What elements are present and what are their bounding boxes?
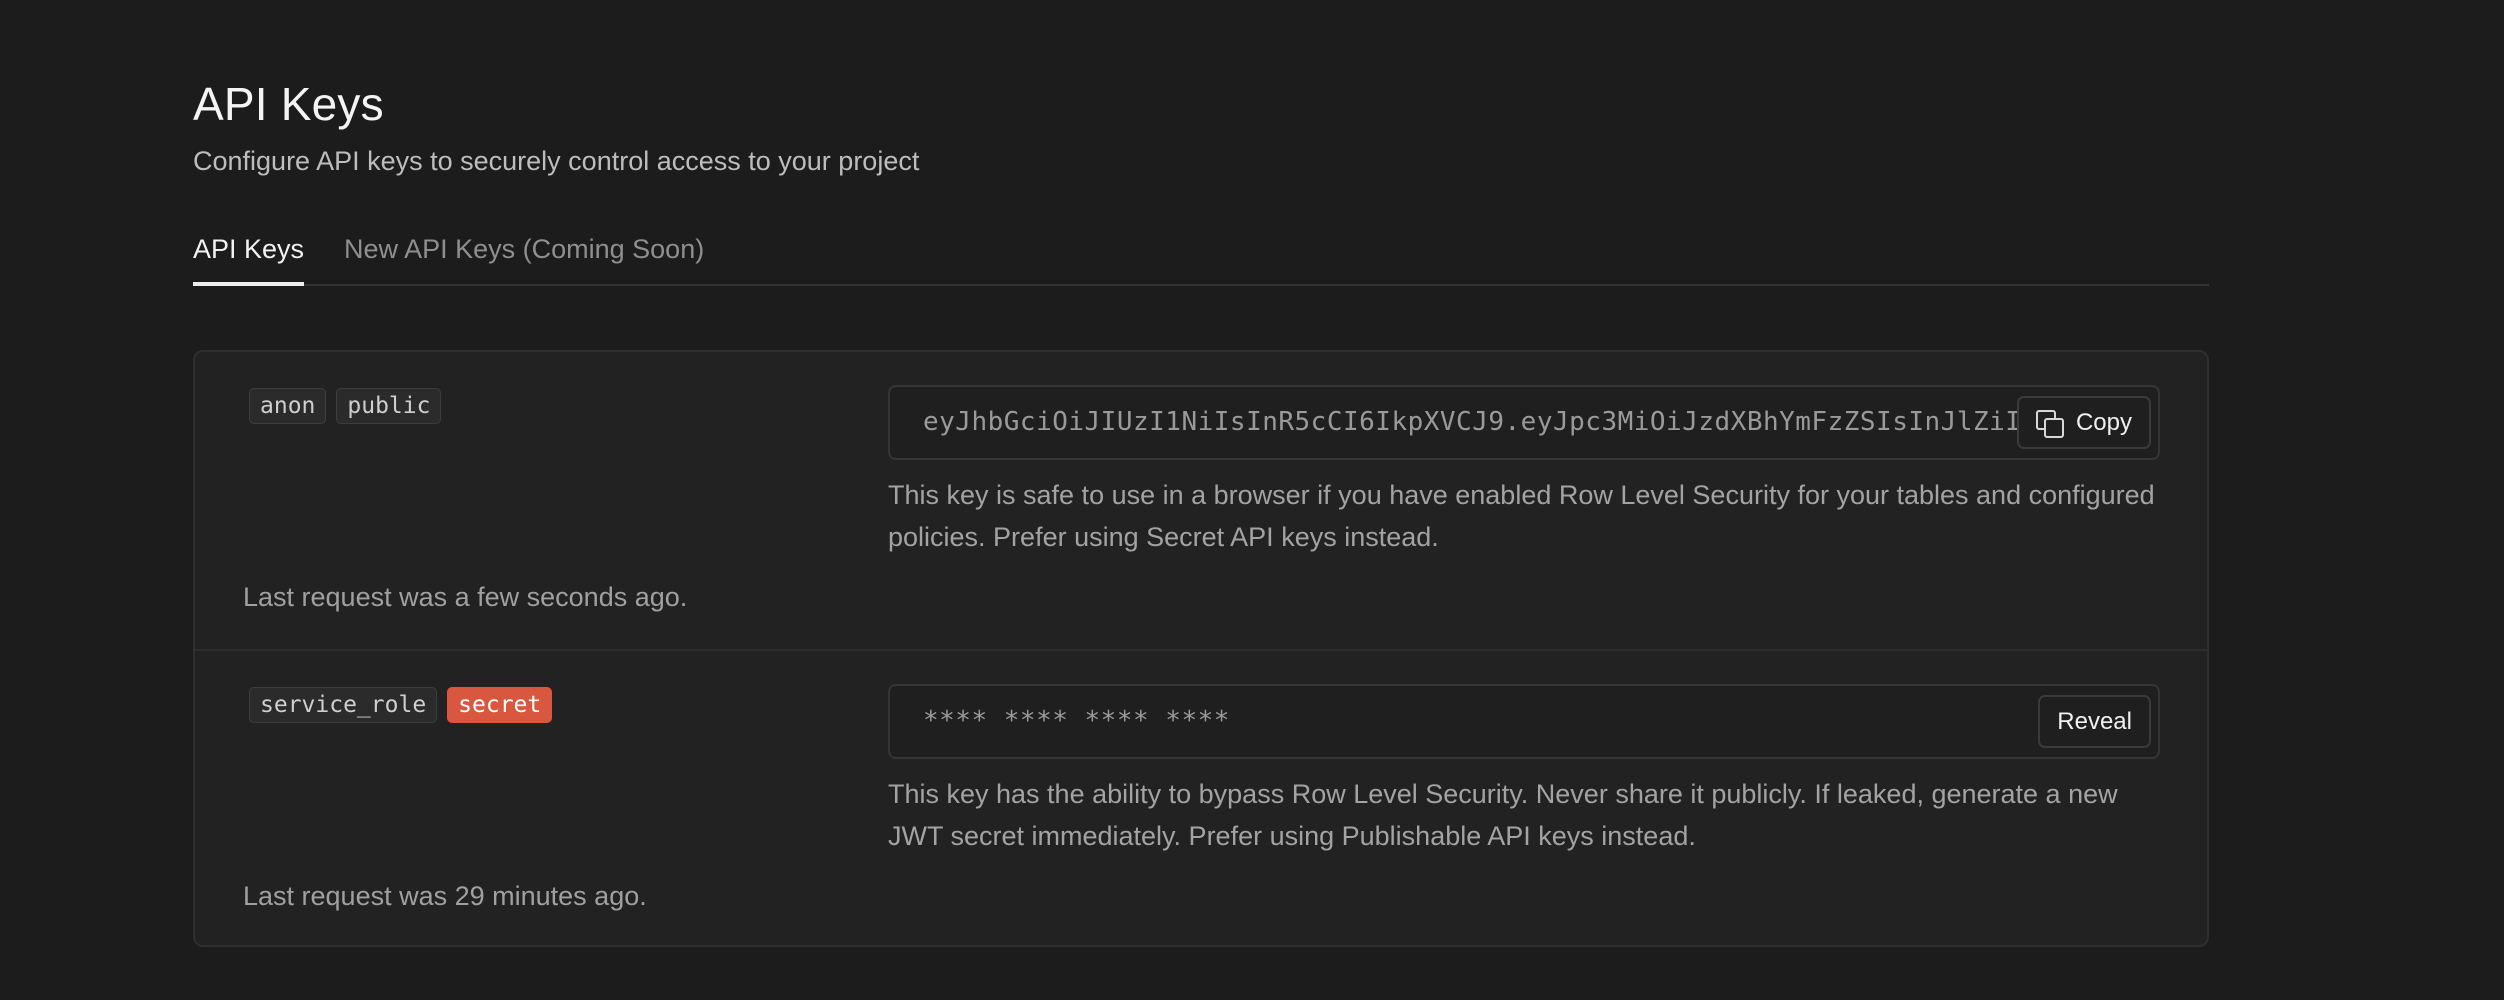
- service-role-key-field[interactable]: **** **** **** **** Reveal: [888, 684, 2160, 759]
- service-role-badge: service_role: [249, 687, 438, 723]
- page-title: API Keys: [193, 78, 384, 130]
- tab-bar: API Keys New API Keys (Coming Soon): [193, 226, 2209, 286]
- secret-badge: secret: [447, 687, 553, 723]
- copy-button-label: Copy: [2075, 408, 2132, 436]
- copy-button[interactable]: Copy: [2016, 396, 2151, 449]
- reveal-button[interactable]: Reveal: [2038, 695, 2151, 748]
- anon-key-row: anon public eyJhbGciOiJIUzI1NiIsInR5cCI6…: [195, 352, 2207, 649]
- page-header: API Keys Configure API keys to securely …: [193, 76, 919, 178]
- reveal-button-label: Reveal: [2057, 707, 2132, 735]
- service-role-key-description: This key has the ability to bypass Row L…: [888, 779, 2118, 851]
- api-keys-page: API Keys Configure API keys to securely …: [0, 0, 2504, 1000]
- anon-badge: anon: [249, 388, 327, 424]
- key-badges: service_role secret: [249, 687, 553, 723]
- key-badges: anon public: [249, 388, 442, 424]
- page-subtitle: Configure API keys to securely control a…: [193, 146, 920, 176]
- service-role-key-row: service_role secret **** **** **** **** …: [195, 649, 2207, 945]
- api-keys-card: anon public eyJhbGciOiJIUzI1NiIsInR5cCI6…: [193, 350, 2209, 947]
- service-role-key-value: **** **** **** ****: [923, 706, 1230, 736]
- copy-icon: [2035, 409, 2064, 438]
- anon-last-request: Last request was a few seconds ago.: [243, 582, 688, 612]
- anon-key-description: This key is safe to use in a browser if …: [888, 480, 2155, 552]
- anon-key-field[interactable]: eyJhbGciOiJIUzI1NiIsInR5cCI6IkpXVCJ9.eyJ…: [888, 385, 2160, 460]
- anon-key-value[interactable]: eyJhbGciOiJIUzI1NiIsInR5cCI6IkpXVCJ9.eyJ…: [923, 387, 2103, 458]
- public-badge: public: [336, 388, 442, 424]
- service-role-last-request: Last request was 29 minutes ago.: [243, 881, 647, 911]
- tab-api-keys[interactable]: API Keys: [193, 226, 305, 286]
- tab-new-api-keys[interactable]: New API Keys (Coming Soon): [344, 226, 704, 286]
